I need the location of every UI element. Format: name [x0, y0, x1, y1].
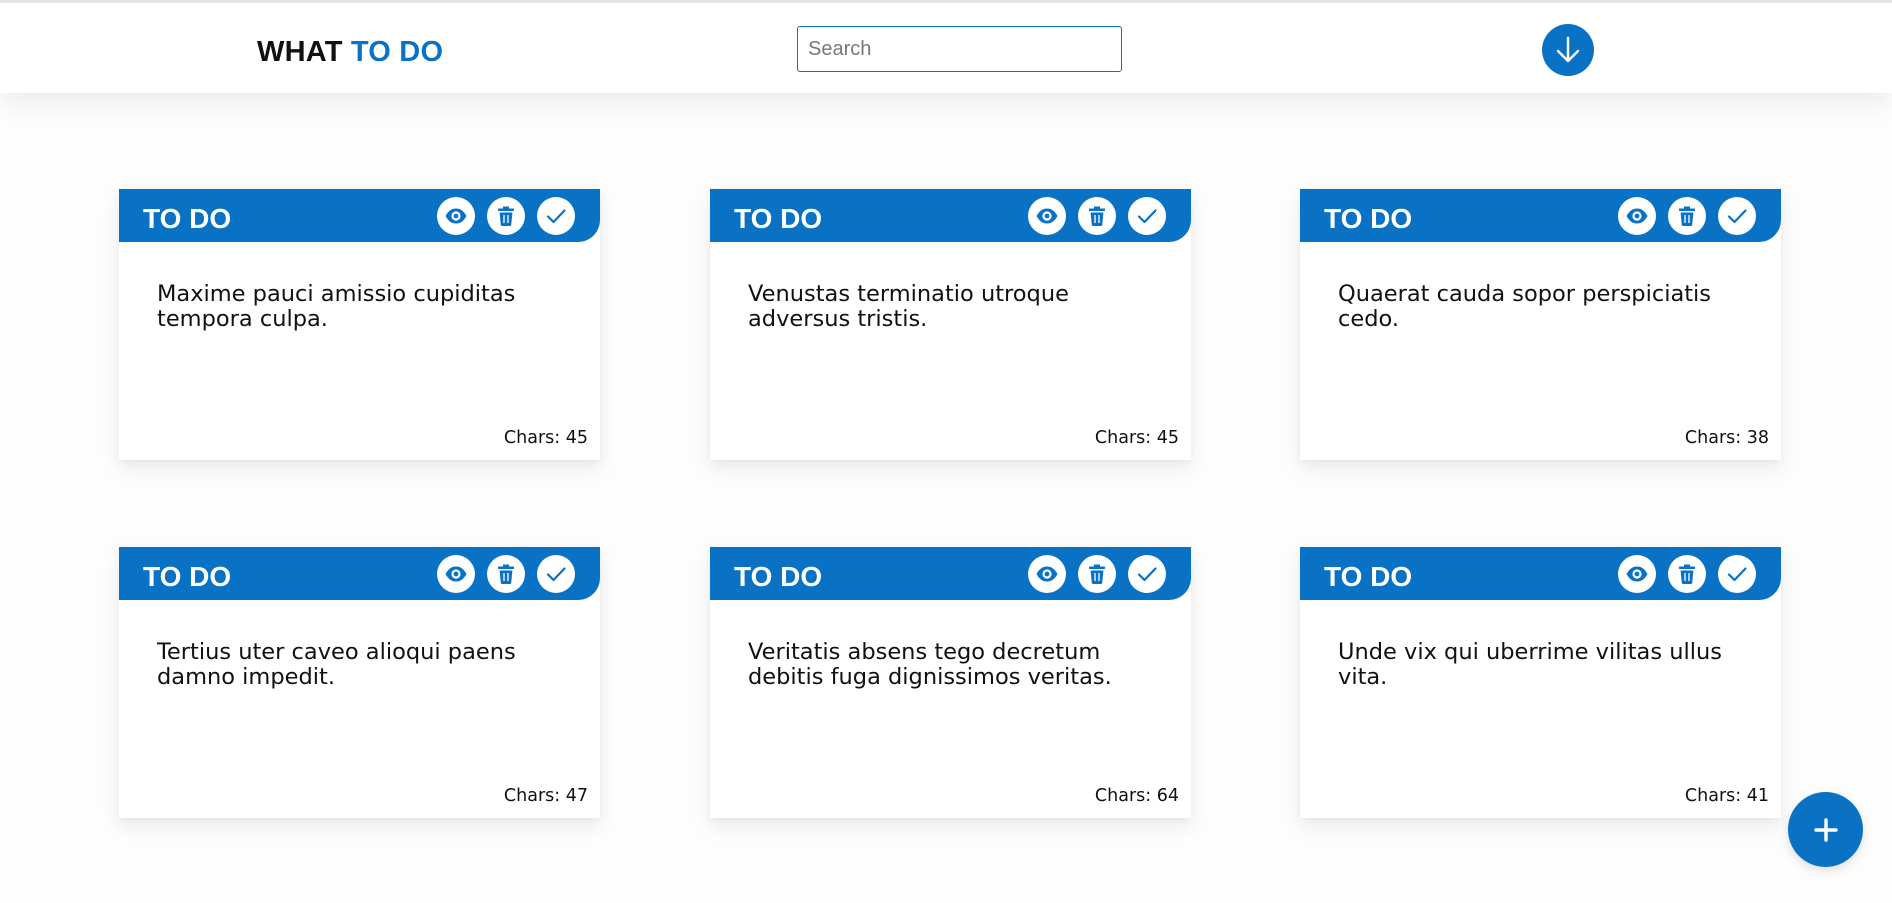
check-icon: [546, 567, 566, 582]
card-title: TO DO: [143, 203, 232, 234]
delete-button[interactable]: [1078, 555, 1116, 593]
complete-button[interactable]: [537, 197, 575, 235]
char-count: Chars: 64: [1094, 786, 1179, 806]
card-text: Quaerat cauda sopor perspiciatis cedo.: [1338, 281, 1712, 332]
check-icon: [1727, 567, 1747, 582]
card-title: TO DO: [1324, 203, 1413, 234]
view-button[interactable]: [1618, 555, 1656, 593]
card-header: TO DO: [119, 189, 600, 242]
char-count: Chars: 38: [1684, 428, 1769, 448]
delete-button[interactable]: [487, 197, 525, 235]
todo-card: TO DO Unde vix qui uberrime vilitas ullu…: [1300, 547, 1781, 818]
view-button[interactable]: [1028, 197, 1066, 235]
card-text: Maxime pauci amissio cupiditas tempora c…: [157, 281, 516, 332]
complete-button[interactable]: [537, 555, 575, 593]
todo-card: TO DO Tertius uter caveo alioqui paens d…: [119, 547, 600, 818]
search-input[interactable]: [797, 26, 1122, 72]
card-header: TO DO: [1300, 189, 1781, 242]
add-todo-button[interactable]: [1788, 792, 1863, 867]
view-button[interactable]: [1618, 197, 1656, 235]
todo-card: TO DO Quaerat cauda sopor perspiciatis c…: [1300, 189, 1781, 460]
eye-icon: [1626, 208, 1648, 224]
char-count: Chars: 45: [1094, 428, 1179, 448]
logo-text-what: WHAT: [257, 36, 343, 68]
trash-icon: [498, 564, 514, 584]
card-header: TO DO: [1300, 547, 1781, 600]
card-text: Unde vix qui uberrime vilitas ullus vita…: [1338, 639, 1722, 690]
delete-button[interactable]: [1668, 197, 1706, 235]
arrow-down-icon: [1556, 36, 1580, 63]
check-icon: [546, 209, 566, 224]
card-header: TO DO: [119, 547, 600, 600]
eye-icon: [445, 208, 467, 224]
logo-text-todo: TO DO: [350, 36, 444, 68]
char-count: Chars: 41: [1684, 786, 1769, 806]
card-title: TO DO: [1324, 561, 1413, 592]
trash-icon: [1679, 206, 1695, 226]
todo-card: TO DO Veritatis absens tego decretum deb…: [710, 547, 1191, 818]
eye-icon: [1036, 566, 1058, 582]
complete-button[interactable]: [1128, 555, 1166, 593]
complete-button[interactable]: [1718, 555, 1756, 593]
eye-icon: [1626, 566, 1648, 582]
check-icon: [1137, 209, 1157, 224]
char-count: Chars: 45: [503, 428, 588, 448]
card-text: Venustas terminatio utroque adversus tri…: [748, 281, 1069, 332]
card-text: Tertius uter caveo alioqui paens damno i…: [157, 639, 516, 690]
todo-card: TO DO Maxime pauci amissio cupiditas tem…: [119, 189, 600, 460]
delete-button[interactable]: [487, 555, 525, 593]
view-button[interactable]: [437, 555, 475, 593]
view-button[interactable]: [1028, 555, 1066, 593]
check-icon: [1727, 209, 1747, 224]
card-title: TO DO: [734, 561, 823, 592]
char-count: Chars: 47: [503, 786, 588, 806]
app-logo: WHAT TO DO: [257, 36, 443, 69]
delete-button[interactable]: [1078, 197, 1116, 235]
trash-icon: [498, 206, 514, 226]
plus-icon: [1813, 817, 1838, 842]
trash-icon: [1679, 564, 1695, 584]
card-text: Veritatis absens tego decretum debitis f…: [748, 639, 1112, 690]
sort-down-button[interactable]: [1542, 24, 1594, 76]
eye-icon: [1036, 208, 1058, 224]
app-header: WHAT TO DO: [0, 3, 1892, 93]
trash-icon: [1089, 206, 1105, 226]
trash-icon: [1089, 564, 1105, 584]
view-button[interactable]: [437, 197, 475, 235]
card-title: TO DO: [143, 561, 232, 592]
card-title: TO DO: [734, 203, 823, 234]
card-header: TO DO: [710, 547, 1191, 600]
delete-button[interactable]: [1668, 555, 1706, 593]
check-icon: [1137, 567, 1157, 582]
todo-card: TO DO Venustas terminatio utroque advers…: [710, 189, 1191, 460]
eye-icon: [445, 566, 467, 582]
card-header: TO DO: [710, 189, 1191, 242]
complete-button[interactable]: [1128, 197, 1166, 235]
complete-button[interactable]: [1718, 197, 1756, 235]
